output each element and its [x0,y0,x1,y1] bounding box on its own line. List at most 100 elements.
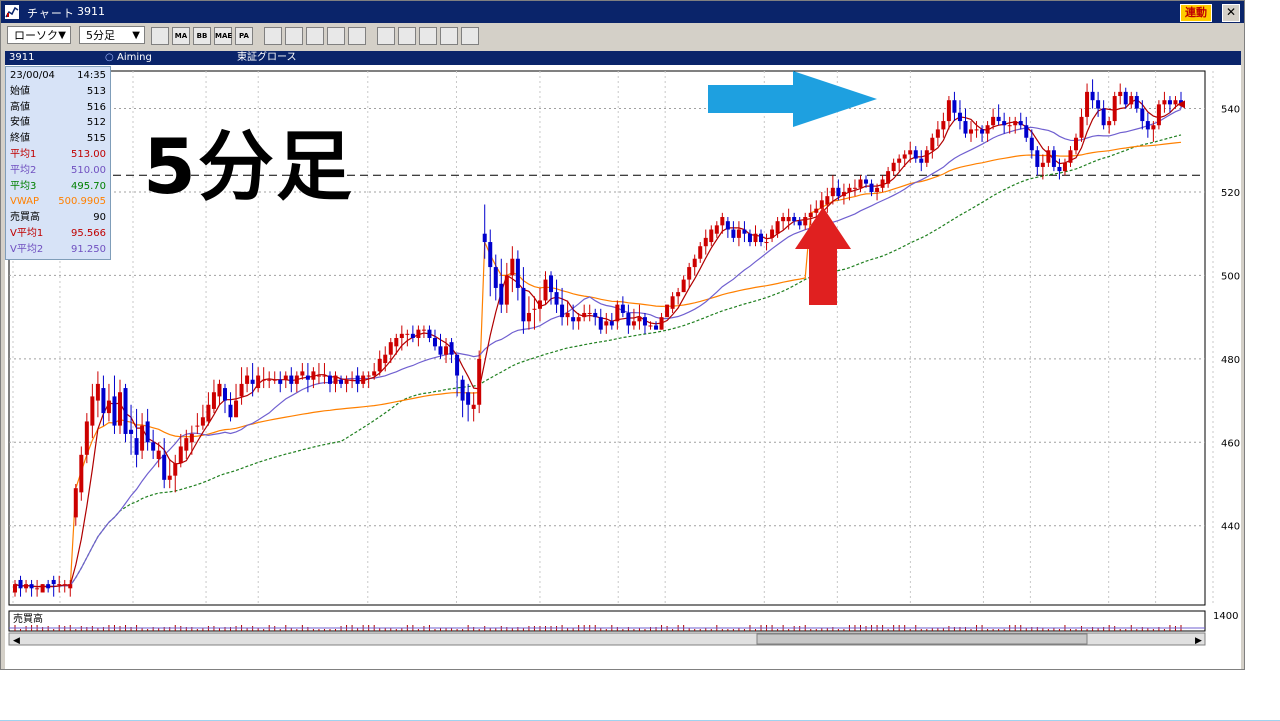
candle-body [1018,121,1023,126]
candle-body [394,338,399,347]
close-icon[interactable]: ✕ [1222,4,1240,22]
pen-icon[interactable] [377,27,395,45]
link-button[interactable]: 連動 [1180,4,1212,22]
candle-body [112,396,117,426]
candle-body [79,454,84,493]
candle-body [217,383,222,397]
candle-body [841,191,846,197]
config-icon[interactable] [348,27,366,45]
bb-icon[interactable]: BB [193,27,211,45]
mae-icon[interactable]: MAE [214,27,232,45]
title-bar[interactable]: チャート 3911 連動 ✕ [1,1,1244,23]
candle-body [703,237,708,247]
candle-body [350,379,355,381]
ohlc-value: 513 [86,85,106,97]
candle-body [759,233,764,243]
chart-type-select[interactable]: ローソク ▼ [7,26,71,44]
candle-body [245,375,250,384]
candle-body [40,584,45,593]
candle-body [361,375,366,384]
candle-body [162,454,167,480]
zoom-icon[interactable] [306,27,324,45]
candle-body [709,229,714,243]
candle-body [537,300,542,309]
candle-body [339,379,344,384]
candle-body [344,379,349,384]
candle-body [1062,162,1067,172]
symbol-info-bar: 3911 ○ Aiming 東証グロース [5,51,1241,65]
ohlc-value: 513.00 [71,149,106,160]
candle-body [460,379,465,401]
candle-body [432,338,437,347]
ohlc-label: V平均1 [10,228,44,239]
ohlc-label: 安値 [10,117,30,129]
candle-body [742,229,747,234]
candle-body [808,212,813,218]
candle-body [1013,121,1018,126]
ohlc-row: 売買高 90 [10,210,106,226]
candle-body [648,325,653,327]
candle-body [405,333,410,335]
ohlc-value: 500.9905 [58,196,106,208]
candle-body [1140,108,1145,122]
candle-body [1107,121,1112,126]
ohlc-row: 23/00/04 14:35 [10,68,106,84]
candle-body [106,400,111,414]
candle-body [278,379,283,384]
candle-body [327,375,332,384]
pa-icon[interactable]: PA [235,27,253,45]
candle-body [18,579,23,589]
candle-body [322,375,327,377]
overlay-title: 5分足 [143,122,354,211]
search-icon[interactable] [440,27,458,45]
scroll-right-icon: ▶ [1195,636,1202,646]
candle-body [935,129,940,138]
candle-icon[interactable] [151,27,169,45]
candle-body [261,379,266,381]
candle-body [1085,91,1090,117]
clear-icon[interactable] [461,27,479,45]
candle-body [908,150,913,155]
interval-select[interactable]: 5分足 ▼ [79,26,145,44]
candle-body [864,179,869,184]
candle-body [725,221,730,230]
candle-body [311,371,316,380]
candle-body [792,217,797,222]
candle-body [151,442,156,451]
candle-body [753,233,758,243]
ohlc-panel: 23/00/04 14:35 始値 513 高値 516 安値 512 終値 515 平均1 513.… [5,66,111,260]
candle-body [1101,108,1106,126]
candle-body [880,179,885,188]
candle-body [46,584,51,589]
line-icon[interactable] [264,27,282,45]
candle-body [670,296,675,309]
y-tick-label: 460 [1221,438,1240,449]
candle-body [510,258,515,276]
candle-body [499,283,504,305]
ma-icon[interactable]: MA [172,27,190,45]
tool-icon[interactable] [285,27,303,45]
candle-body [980,129,985,134]
candle-body [1123,91,1128,105]
candle-body [123,388,128,434]
volume-label: 売買高 [13,612,43,625]
candle-body [1129,96,1134,105]
candle-body [388,342,393,355]
candle-body [1057,166,1062,172]
ohlc-label: 平均1 [10,149,37,160]
candle-body [1029,137,1034,151]
market-name: 東証グロース [237,52,297,63]
y-tick-label: 500 [1221,271,1240,282]
candle-body [598,317,603,330]
candle-body [858,179,863,188]
candle-body [747,233,752,243]
window-title: チャート [27,7,75,20]
candle-body [504,275,509,305]
print-icon[interactable] [327,27,345,45]
cursor-icon[interactable] [398,27,416,45]
trash-icon[interactable] [419,27,437,45]
candle-body [316,375,321,377]
candle-body [847,187,852,192]
ohlc-value: 90 [93,212,106,224]
company-name: Aiming [117,52,152,63]
